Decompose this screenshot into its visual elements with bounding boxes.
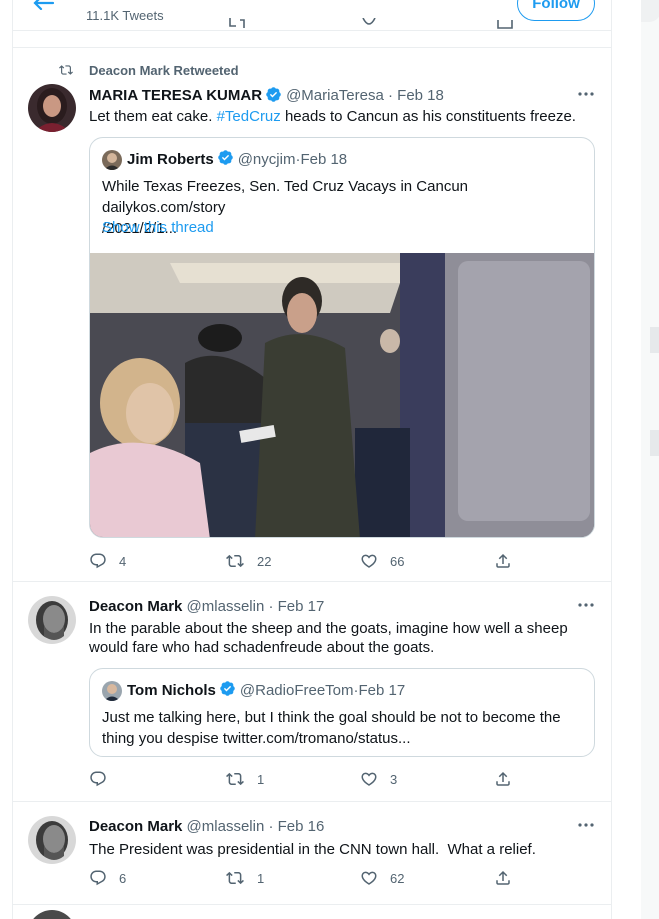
- avatar[interactable]: [28, 84, 76, 132]
- author-name[interactable]: Deacon Mark: [89, 818, 182, 835]
- sidebar-search-edge: [641, 0, 659, 22]
- avatar[interactable]: [28, 816, 76, 864]
- quote-author-name: Jim Roberts: [127, 151, 214, 168]
- like-icon: [361, 871, 377, 885]
- retweet-icon: [226, 554, 244, 568]
- verified-icon: [219, 680, 236, 701]
- more-icon[interactable]: [577, 602, 595, 608]
- like-button[interactable]: 66: [360, 552, 404, 570]
- avatar[interactable]: [28, 596, 76, 644]
- sidebar-edge-mark: [650, 327, 659, 353]
- quote-header: Tom Nichols @RadioFreeTom · Feb 17: [102, 680, 405, 701]
- tweet-date[interactable]: Feb 17: [278, 598, 325, 615]
- author-name[interactable]: Deacon Mark: [89, 598, 182, 615]
- author-handle[interactable]: @mlasselin: [187, 818, 265, 835]
- follow-button[interactable]: Follow: [517, 0, 595, 21]
- more-icon[interactable]: [577, 91, 595, 97]
- back-arrow-icon[interactable]: [33, 0, 55, 10]
- more-icon[interactable]: [577, 822, 595, 828]
- tweet-maria-teresa-kumar[interactable]: Deacon Mark Retweeted MARIA TERESA KUMAR…: [12, 48, 612, 581]
- quote-text: Just me talking here, but I think the go…: [102, 709, 561, 747]
- retweet-icon: [57, 63, 75, 77]
- retweet-icon[interactable]: [228, 18, 246, 30]
- tweet-deacon-mark-2[interactable]: Deacon Mark @mlasselin · Feb 16 The Pres…: [12, 802, 612, 904]
- quoted-tweet[interactable]: Jim Roberts @nycjim · Feb 18 While Texas …: [89, 137, 595, 538]
- share-icon[interactable]: [497, 18, 513, 30]
- share-icon: [496, 870, 510, 885]
- tweet-deacon-mark-1[interactable]: Deacon Mark @mlasselin · Feb 17 In the p…: [12, 582, 612, 802]
- author-handle[interactable]: @MariaTeresa: [286, 87, 384, 104]
- tweet-text: The President was presidential in the CN…: [89, 841, 536, 858]
- retweet-button[interactable]: 22: [225, 552, 271, 570]
- share-icon: [496, 771, 510, 786]
- quote-date: Feb 17: [358, 682, 406, 699]
- divider: [12, 904, 612, 905]
- tweet-text: Let them eat cake. #TedCruz heads to Can…: [89, 108, 576, 125]
- author-handle[interactable]: @mlasselin: [187, 598, 265, 615]
- quote-date: Feb 18: [300, 151, 348, 168]
- tweet-date[interactable]: Feb 18: [397, 87, 444, 104]
- tweet-text: In the parable about the sheep and the g…: [89, 620, 568, 656]
- tweet-header: MARIA TERESA KUMAR @MariaTeresa · Feb 18: [89, 86, 444, 107]
- share-button[interactable]: [494, 869, 512, 887]
- quote-author-handle: @RadioFreeTom: [239, 682, 354, 699]
- like-button[interactable]: 62: [360, 869, 404, 887]
- retweet-label[interactable]: Deacon Mark Retweeted: [89, 63, 239, 78]
- author-name[interactable]: MARIA TERESA KUMAR: [89, 87, 262, 104]
- show-thread-link[interactable]: Show this thread: [102, 219, 214, 236]
- tweet-date[interactable]: Feb 16: [278, 818, 325, 835]
- sidebar-edge: [641, 0, 659, 919]
- like-button[interactable]: 3: [360, 770, 397, 788]
- quote-author-handle: @nycjim: [237, 151, 296, 168]
- tweet-actions: 4 22 66: [89, 552, 529, 572]
- retweet-button[interactable]: 1: [225, 869, 264, 887]
- retweet-button[interactable]: 1: [225, 770, 264, 788]
- reply-button[interactable]: [89, 770, 119, 788]
- like-icon: [361, 554, 377, 568]
- verified-icon: [265, 86, 282, 107]
- share-icon: [496, 553, 510, 568]
- avatar: [102, 149, 122, 170]
- share-button[interactable]: [494, 552, 512, 570]
- quoted-tweet[interactable]: Tom Nichols @RadioFreeTom · Feb 17 Just m…: [89, 668, 595, 757]
- reply-icon: [90, 771, 106, 787]
- like-icon: [361, 772, 377, 786]
- tweet-header: Deacon Mark @mlasselin · Feb 17: [89, 598, 325, 615]
- tweet-actions: 6 1 62: [89, 869, 529, 889]
- quote-header: Jim Roberts @nycjim · Feb 18: [102, 149, 347, 170]
- reply-icon: [90, 553, 106, 569]
- retweet-icon: [226, 871, 244, 885]
- reply-button[interactable]: 4: [89, 552, 126, 570]
- share-button[interactable]: [494, 770, 512, 788]
- reply-button[interactable]: 6: [89, 869, 126, 887]
- tweets-count: 11.1K Tweets: [86, 8, 164, 23]
- quote-author-name: Tom Nichols: [127, 682, 216, 699]
- reply-icon: [90, 870, 106, 886]
- tweet-header: Deacon Mark @mlasselin · Feb 16: [89, 818, 325, 835]
- avatar: [102, 680, 122, 701]
- tweet-actions: 1 3: [89, 770, 529, 790]
- like-icon[interactable]: [362, 18, 376, 30]
- verified-icon: [217, 149, 234, 170]
- divider: [12, 30, 612, 31]
- sidebar-edge-mark: [650, 430, 659, 456]
- hashtag-link[interactable]: #TedCruz: [217, 108, 281, 125]
- tweet-photo[interactable]: [90, 253, 594, 537]
- retweet-icon: [226, 772, 244, 786]
